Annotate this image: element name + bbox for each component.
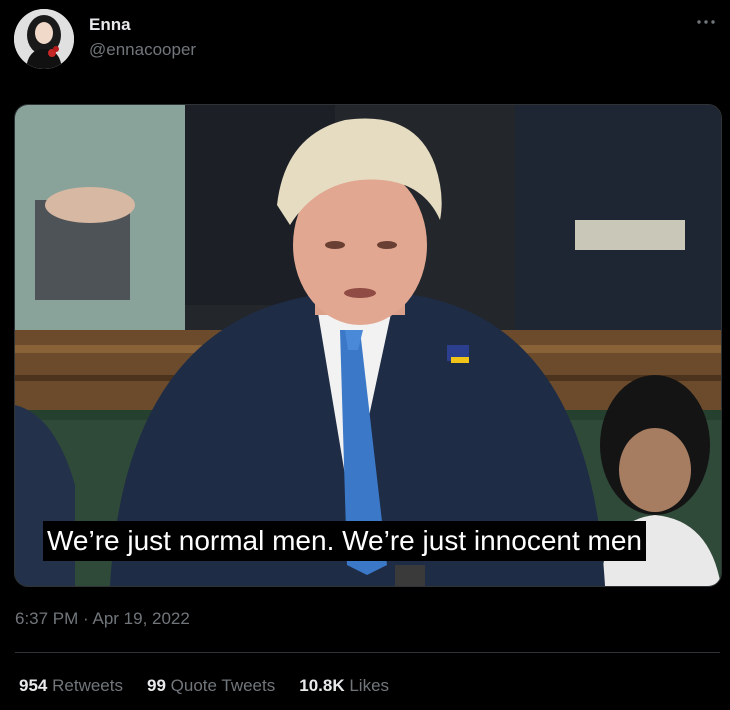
retweets-label: Retweets <box>52 676 123 695</box>
likes-label: Likes <box>349 676 390 695</box>
divider <box>15 652 720 653</box>
tweet-timestamp: 6:37 PM · Apr 19, 2022 <box>15 609 190 629</box>
author-name[interactable]: Enna <box>89 15 131 35</box>
more-options-button[interactable] <box>694 10 718 34</box>
quote-tweets-count: 99 <box>146 676 166 695</box>
avatar-image <box>14 9 74 69</box>
tweet-media[interactable]: We’re just normal men. We’re just innoce… <box>14 104 722 587</box>
likes-stat[interactable]: 10.8K Likes <box>299 676 389 696</box>
likes-count: 10.8K <box>299 676 345 695</box>
retweets-stat[interactable]: 954 Retweets <box>19 676 123 696</box>
video-subtitle: We’re just normal men. We’re just innoce… <box>43 521 646 561</box>
tweet-time[interactable]: 6:37 PM <box>15 609 78 628</box>
engagement-stats: 954 Retweets 99 Quote Tweets 10.8K Likes <box>19 676 389 696</box>
quote-tweets-stat[interactable]: 99 Quote Tweets <box>147 676 275 696</box>
author-handle[interactable]: @ennacooper <box>89 40 196 60</box>
tweet-date[interactable]: Apr 19, 2022 <box>92 609 189 628</box>
more-horizontal-icon <box>697 20 715 24</box>
timestamp-separator: · <box>78 609 93 628</box>
retweets-count: 954 <box>19 676 48 695</box>
author-avatar[interactable] <box>14 9 74 69</box>
media-image <box>15 105 721 586</box>
quote-tweets-label: Quote Tweets <box>170 676 276 695</box>
